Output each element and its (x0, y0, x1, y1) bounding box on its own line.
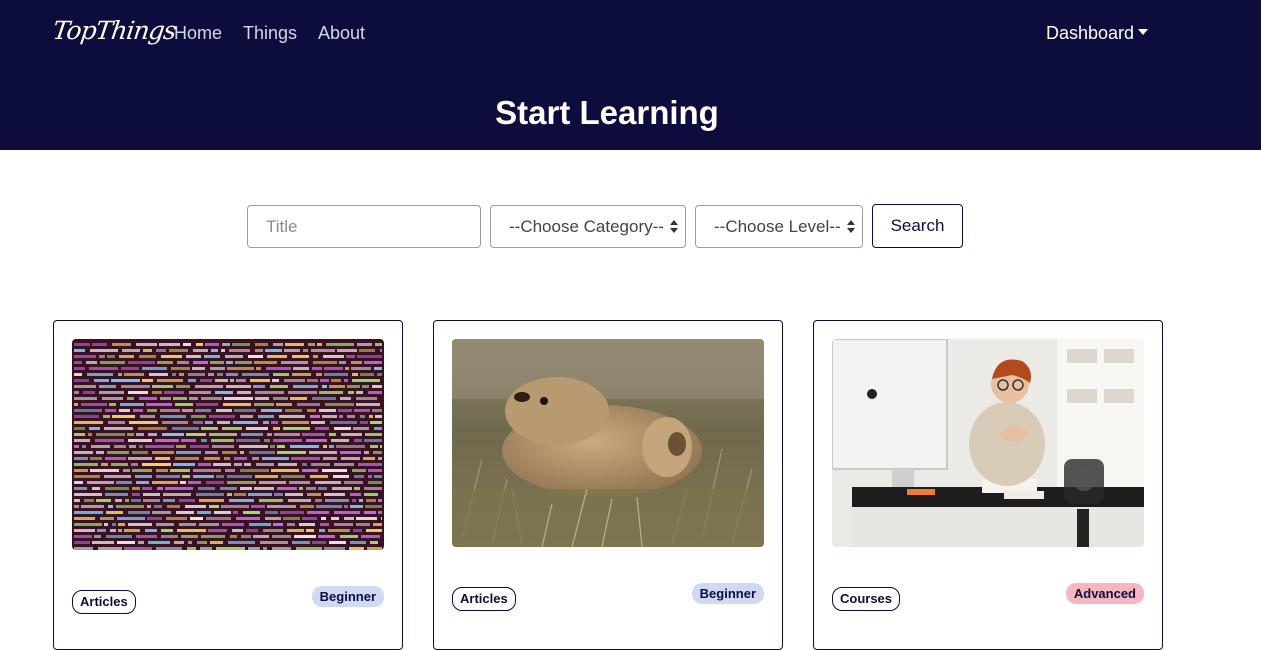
search-button[interactable]: Search (872, 204, 963, 248)
brand-logo[interactable]: TopThings (51, 16, 178, 45)
level-select-value: --Choose Level-- (714, 217, 841, 236)
level-badge: Advanced (1065, 583, 1144, 604)
card-image-woman-at-desk[interactable] (832, 339, 1144, 547)
nav-link-home[interactable]: Home (174, 23, 222, 44)
resource-card[interactable]: Articles Beginner (433, 320, 783, 650)
nav-link-about[interactable]: About (318, 23, 365, 44)
prairie-dog-image (452, 339, 764, 547)
page-title: Start Learning (495, 94, 719, 131)
select-arrows-icon (669, 220, 679, 234)
dashboard-label: Dashboard (1046, 23, 1135, 43)
woman-at-desk-image (832, 339, 1144, 547)
type-badge[interactable]: Articles (452, 587, 516, 611)
resource-card[interactable]: Courses Advanced (813, 320, 1163, 650)
level-badge: Beginner (311, 586, 384, 607)
navbar: TopThings Home Things About Dashboard St… (0, 0, 1261, 150)
resource-card[interactable]: Articles Beginner (53, 320, 403, 650)
dashboard-dropdown[interactable]: Dashboard (1046, 23, 1149, 44)
level-select[interactable]: --Choose Level-- (695, 205, 863, 248)
category-select[interactable]: --Choose Category-- (490, 205, 686, 248)
level-badge: Beginner (691, 583, 764, 604)
caret-down-icon (1138, 29, 1149, 35)
type-badge[interactable]: Courses (832, 587, 901, 611)
type-badge[interactable]: Articles (72, 590, 136, 614)
code-screen-image (72, 339, 384, 550)
select-arrows-icon (846, 220, 856, 234)
title-input[interactable] (247, 205, 481, 248)
card-image-code-screen[interactable] (72, 339, 384, 550)
category-select-value: --Choose Category-- (509, 217, 664, 236)
card-image-prairie-dog[interactable] (452, 339, 764, 547)
nav-link-things[interactable]: Things (243, 23, 297, 44)
